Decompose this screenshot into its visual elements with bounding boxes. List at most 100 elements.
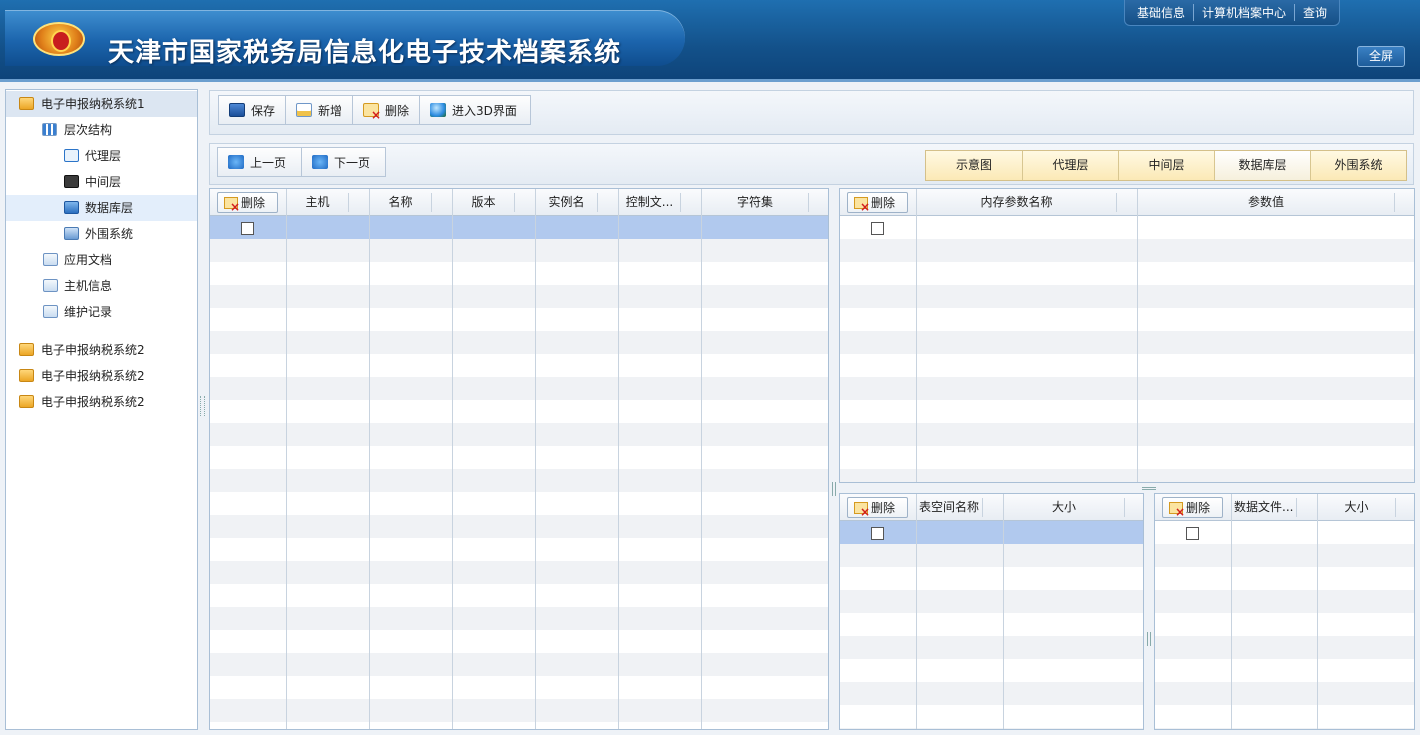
delete-label: 删除 — [385, 103, 410, 118]
grid-delete-button[interactable]: 删除 — [847, 192, 908, 213]
column-header-control-file[interactable]: 控制文... — [619, 189, 680, 215]
app-header: 天津市国家税务局信息化电子技术档案系统 基础信息 计算机档案中心 查询 全屏 — [0, 0, 1420, 82]
row-checkbox[interactable] — [871, 222, 884, 235]
tree-node-label: 代理层 — [85, 149, 122, 163]
tree-node-database-layer[interactable]: 数据库层 — [6, 195, 197, 221]
grid-delete-button[interactable]: 删除 — [217, 192, 278, 213]
tab-database-layer[interactable]: 数据库层 — [1214, 151, 1310, 180]
tree-node-external-system[interactable]: 外围系统 — [6, 221, 197, 247]
tab-proxy-layer[interactable]: 代理层 — [1022, 151, 1118, 180]
document-icon — [43, 305, 58, 318]
tablespace-grid: 删除 表空间名称 大小 — [839, 493, 1144, 730]
datafile-grid: 删除 数据文件... 大小 — [1154, 493, 1415, 730]
tree-node-maintenance[interactable]: 维护记录 — [6, 299, 197, 325]
arrow-right-icon — [312, 155, 328, 169]
column-header-version[interactable]: 版本 — [453, 189, 514, 215]
nav-tree: 电子申报纳税系统1 层次结构 代理层 中间层 数据库层 外围系统 应用文档 主机… — [5, 89, 198, 730]
tree-node-label: 电子申报纳税系统1 — [41, 97, 145, 111]
tree-node-label: 维护记录 — [64, 305, 113, 319]
tree-node-proxy-layer[interactable]: 代理层 — [6, 143, 197, 169]
row-checkbox[interactable] — [871, 527, 884, 540]
add-label: 新增 — [318, 103, 343, 118]
add-icon — [296, 103, 312, 117]
column-header-name[interactable]: 名称 — [370, 189, 431, 215]
nav-query[interactable]: 查询 — [1294, 4, 1335, 21]
row-checkbox[interactable] — [241, 222, 254, 235]
right-horizontal-splitter[interactable] — [1142, 487, 1156, 490]
row-checkbox[interactable] — [1186, 527, 1199, 540]
tree-node-app-docs[interactable]: 应用文档 — [6, 247, 197, 273]
top-nav: 基础信息 计算机档案中心 查询 — [1124, 0, 1341, 26]
globe-icon — [430, 103, 446, 117]
save-button[interactable]: 保存 — [218, 95, 286, 125]
title-banner: 天津市国家税务局信息化电子技术档案系统 — [5, 10, 685, 68]
grid-delete-label: 删除 — [1186, 501, 1211, 515]
tree-node-label: 主机信息 — [64, 279, 113, 293]
column-header-param-name[interactable]: 内存参数名称 — [917, 189, 1116, 215]
add-button[interactable]: 新增 — [285, 95, 353, 125]
tree-node-label: 外围系统 — [85, 227, 134, 241]
column-header-host[interactable]: 主机 — [287, 189, 348, 215]
sidebar-splitter[interactable] — [200, 396, 205, 416]
next-page-label: 下一页 — [334, 155, 371, 170]
database-instance-grid: 删除 主机 名称 版本 实例名 控制文... 字符集 — [209, 188, 829, 730]
tree-node-host-info[interactable]: 主机信息 — [6, 273, 197, 299]
delete-button[interactable]: 删除 — [352, 95, 420, 125]
tree-node-label: 应用文档 — [64, 253, 113, 267]
prev-page-button[interactable]: 上一页 — [217, 147, 302, 177]
proxy-layer-icon — [64, 149, 79, 162]
enter-3d-button[interactable]: 进入3D界面 — [419, 95, 531, 125]
bottom-splitter[interactable] — [1147, 632, 1151, 646]
delete-icon — [854, 501, 870, 518]
document-icon — [43, 253, 58, 266]
grid-delete-button[interactable]: 删除 — [847, 497, 908, 518]
tab-diagram[interactable]: 示意图 — [926, 151, 1022, 180]
column-header-size[interactable]: 大小 — [1004, 494, 1124, 520]
tree-node-system2[interactable]: 电子申报纳税系统2 — [6, 363, 197, 389]
enter-3d-label: 进入3D界面 — [452, 103, 517, 118]
column-header-instance[interactable]: 实例名 — [536, 189, 597, 215]
document-icon — [43, 279, 58, 292]
tab-external-system[interactable]: 外围系统 — [1310, 151, 1406, 180]
tree-node-system1[interactable]: 电子申报纳税系统1 — [6, 91, 197, 117]
delete-icon — [1169, 501, 1185, 518]
layer-tabs: 示意图 代理层 中间层 数据库层 外围系统 — [925, 150, 1407, 181]
arrow-left-icon — [228, 155, 244, 169]
external-system-icon — [64, 227, 79, 240]
next-page-button[interactable]: 下一页 — [301, 147, 386, 177]
delete-icon — [854, 196, 870, 213]
save-icon — [229, 103, 245, 117]
delete-icon — [224, 196, 240, 213]
tab-middle-layer[interactable]: 中间层 — [1118, 151, 1214, 180]
column-header-charset[interactable]: 字符集 — [702, 189, 808, 215]
selected-row[interactable] — [210, 216, 828, 239]
nav-archive-center[interactable]: 计算机档案中心 — [1193, 4, 1294, 21]
grid-delete-label: 删除 — [871, 501, 896, 515]
column-header-param-value[interactable]: 参数值 — [1138, 189, 1394, 215]
grid-icon — [42, 123, 57, 136]
column-header-tablespace-name[interactable]: 表空间名称 — [917, 494, 982, 520]
folder-icon — [19, 395, 34, 408]
tree-node-label: 中间层 — [85, 175, 122, 189]
fullscreen-button[interactable]: 全屏 — [1357, 46, 1405, 67]
database-icon — [64, 201, 79, 214]
folder-icon — [19, 343, 34, 356]
folder-icon — [19, 369, 34, 382]
tree-node-middle-layer[interactable]: 中间层 — [6, 169, 197, 195]
delete-icon — [363, 103, 381, 121]
nav-basic-info[interactable]: 基础信息 — [1129, 4, 1193, 21]
memory-param-grid: 删除 内存参数名称 参数值 — [839, 188, 1415, 483]
tree-node-system2[interactable]: 电子申报纳税系统2 — [6, 337, 197, 363]
main-splitter[interactable] — [832, 482, 836, 496]
middle-layer-icon — [64, 175, 79, 188]
column-header-size[interactable]: 大小 — [1318, 494, 1395, 520]
column-header-datafile[interactable]: 数据文件... — [1232, 494, 1296, 520]
tree-node-system2[interactable]: 电子申报纳税系统2 — [6, 389, 197, 415]
tax-emblem-logo — [33, 22, 85, 56]
grid-delete-button[interactable]: 删除 — [1162, 497, 1223, 518]
tree-node-hierarchy[interactable]: 层次结构 — [6, 117, 197, 143]
grid-delete-label: 删除 — [871, 196, 896, 210]
save-label: 保存 — [251, 103, 276, 118]
tree-node-label: 电子申报纳税系统2 — [41, 369, 145, 383]
selected-row[interactable] — [840, 521, 1143, 544]
